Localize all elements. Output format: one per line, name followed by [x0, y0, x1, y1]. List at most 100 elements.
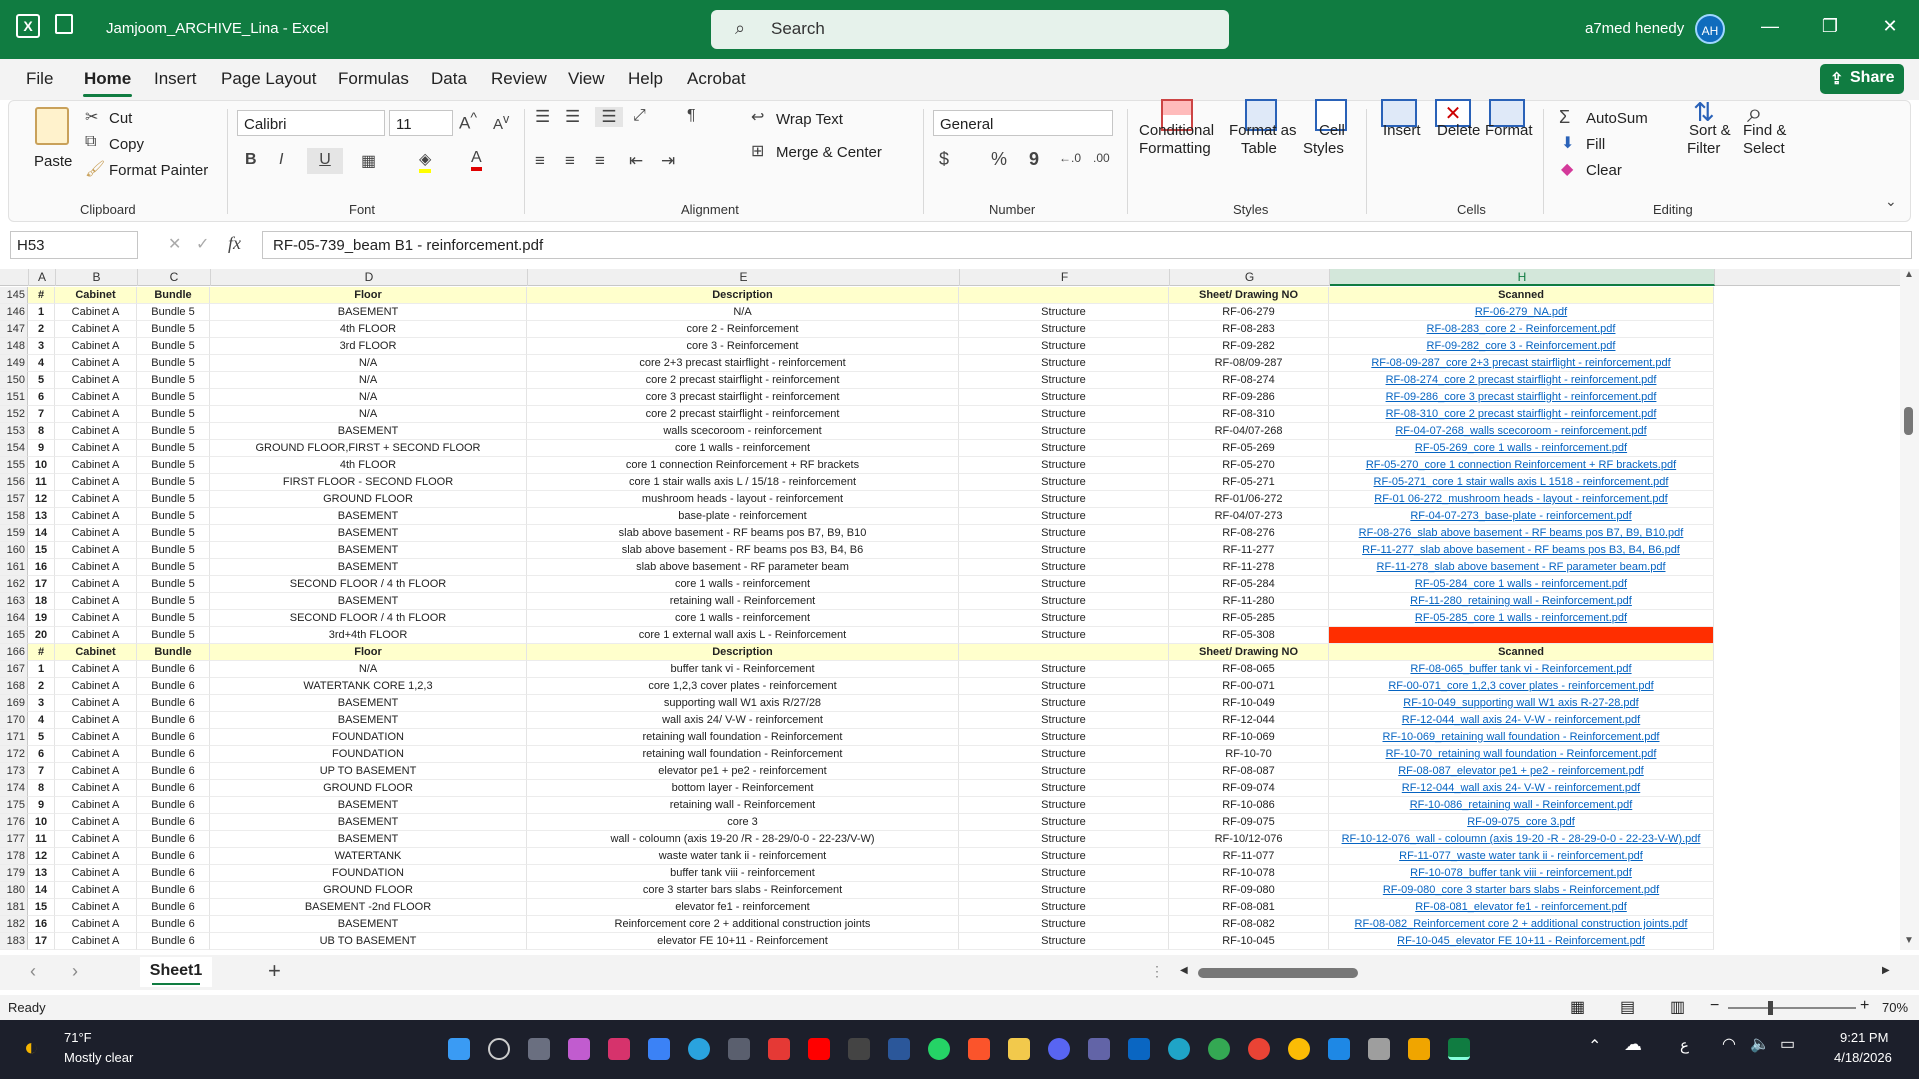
cell-b[interactable]: Cabinet A	[55, 525, 137, 542]
cell-e[interactable]: Reinforcement core 2 + additional constr…	[527, 916, 959, 933]
cell-d[interactable]: BASEMENT	[210, 712, 527, 729]
cell-a[interactable]: 5	[28, 729, 55, 746]
cell-f[interactable]: Structure	[959, 746, 1169, 763]
cell-h[interactable]: Scanned	[1329, 644, 1714, 661]
cell-g[interactable]: RF-05-285	[1169, 610, 1329, 627]
decrease-indent-icon[interactable]: ⇤	[629, 151, 643, 171]
weather-icon[interactable]: ◐	[24, 1034, 39, 1062]
format-cells-button[interactable]: Format	[1485, 122, 1533, 139]
worksheet-grid[interactable]: A B C D E F G H 145 # Cabinet Bundle Floor De…	[0, 269, 1919, 950]
cell-a[interactable]: 2	[28, 678, 55, 695]
cell-e[interactable]: Description	[527, 287, 959, 304]
cell-a[interactable]: 8	[28, 780, 55, 797]
cell-c[interactable]: Bundle 5	[137, 593, 210, 610]
vertical-scrollbar[interactable]: ▲ ▼	[1900, 269, 1919, 950]
cell-g[interactable]: RF-08-276	[1169, 525, 1329, 542]
cell-f[interactable]: Structure	[959, 814, 1169, 831]
row-header[interactable]: 148	[0, 338, 28, 355]
cell-e[interactable]: elevator fe1 - reinforcement	[527, 899, 959, 916]
cell-h[interactable]: RF-10-70_retaining wall foundation - Rei…	[1329, 746, 1714, 763]
cell-a[interactable]: 4	[28, 712, 55, 729]
paste-button[interactable]: Paste	[34, 153, 72, 170]
cell-e[interactable]: core 1 connection Reinforcement + RF bra…	[527, 457, 959, 474]
cell-b[interactable]: Cabinet A	[55, 882, 137, 899]
col-header-a[interactable]: A	[29, 269, 56, 286]
align-middle-icon[interactable]: ☰	[565, 107, 580, 127]
cell-h[interactable]: RF-12-044_wall axis 24- V-W - reinforcem…	[1329, 780, 1714, 797]
cell-h[interactable]: RF-05-271_core 1 stair walls axis L 1518…	[1329, 474, 1714, 491]
find-select-label-2[interactable]: Select	[1743, 140, 1785, 157]
cell-c[interactable]: Bundle 5	[137, 474, 210, 491]
cell-f[interactable]: Structure	[959, 372, 1169, 389]
tab-page-layout[interactable]: Page Layout	[221, 69, 316, 89]
cell-e[interactable]: core 1 walls - reinforcement	[527, 610, 959, 627]
cell-d[interactable]: BASEMENT	[210, 423, 527, 440]
cell-c[interactable]: Bundle 6	[137, 712, 210, 729]
cell-a[interactable]: 13	[28, 865, 55, 882]
cell-a[interactable]: 18	[28, 593, 55, 610]
cell-e[interactable]: core 1 external wall axis L - Reinforcem…	[527, 627, 959, 644]
app-icon-l[interactable]	[768, 1038, 790, 1060]
cell-h[interactable]: RF-11-278_slab above basement - RF param…	[1329, 559, 1714, 576]
cell-b[interactable]: Cabinet A	[55, 831, 137, 848]
cell-b[interactable]: Cabinet A	[55, 729, 137, 746]
cell-d[interactable]: UB TO BASEMENT	[210, 933, 527, 950]
youtube-icon[interactable]	[808, 1038, 830, 1060]
cell-c[interactable]: Bundle 6	[137, 899, 210, 916]
cell-h[interactable]: RF-05-285_core 1 walls - reinforcement.p…	[1329, 610, 1714, 627]
cell-h[interactable]: RF-10-069_retaining wall foundation - Re…	[1329, 729, 1714, 746]
cell-b[interactable]: Cabinet A	[55, 389, 137, 406]
cell-f[interactable]: Structure	[959, 559, 1169, 576]
scroll-left-icon[interactable]: ◀	[1180, 965, 1188, 976]
cell-h[interactable]: RF-08-276_slab above basement - RF beams…	[1329, 525, 1714, 542]
cell-g[interactable]: RF-11-077	[1169, 848, 1329, 865]
cell-d[interactable]: N/A	[210, 661, 527, 678]
cell-a[interactable]: 14	[28, 525, 55, 542]
cell-f[interactable]: Structure	[959, 338, 1169, 355]
row-header[interactable]: 172	[0, 746, 28, 763]
cell-b[interactable]: Cabinet A	[55, 763, 137, 780]
cell-b[interactable]: Cabinet A	[55, 695, 137, 712]
align-right-icon[interactable]: ≡	[595, 151, 605, 171]
cell-e[interactable]: core 3 precast stairflight - reinforceme…	[527, 389, 959, 406]
scroll-up-icon[interactable]: ▲	[1904, 269, 1914, 280]
cell-g[interactable]: RF-08-081	[1169, 899, 1329, 916]
cell-f[interactable]: Structure	[959, 525, 1169, 542]
cell-h[interactable]: RF-05-270_core 1 connection Reinforcemen…	[1329, 457, 1714, 474]
cell-a[interactable]: 12	[28, 491, 55, 508]
cell-h[interactable]: RF-04-07-273_base-plate - reinforcement.…	[1329, 508, 1714, 525]
cell-b[interactable]: Cabinet A	[55, 627, 137, 644]
cell-f[interactable]: Structure	[959, 882, 1169, 899]
cell-c[interactable]: Bundle 5	[137, 355, 210, 372]
avatar[interactable]: AH	[1695, 14, 1725, 44]
cell-f[interactable]: Structure	[959, 695, 1169, 712]
number-format-select[interactable]: General	[933, 110, 1113, 136]
cell-d[interactable]: BASEMENT	[210, 525, 527, 542]
cell-g[interactable]: RF-08-082	[1169, 916, 1329, 933]
cell-h[interactable]: RF-10-045_elevator FE 10+11 - Reinforcem…	[1329, 933, 1714, 950]
cell-a[interactable]: 9	[28, 797, 55, 814]
cell-f[interactable]: Structure	[959, 831, 1169, 848]
format-as-table-label-2[interactable]: Table	[1241, 140, 1277, 157]
cell-d[interactable]: GROUND FLOOR	[210, 780, 527, 797]
row-header[interactable]: 166	[0, 644, 28, 661]
cell-a[interactable]: 17	[28, 933, 55, 950]
conditional-formatting-label-2[interactable]: Formatting	[1139, 140, 1211, 157]
cell-a[interactable]: 17	[28, 576, 55, 593]
cell-c[interactable]: Bundle 5	[137, 372, 210, 389]
fill-color-icon[interactable]: ◈	[419, 149, 432, 173]
cell-g[interactable]: RF-05-271	[1169, 474, 1329, 491]
instagram-icon[interactable]	[608, 1038, 630, 1060]
cell-e[interactable]: walls scecoroom - reinforcement	[527, 423, 959, 440]
cell-c[interactable]: Bundle 5	[137, 542, 210, 559]
col-header-g[interactable]: G	[1170, 269, 1330, 286]
cell-g[interactable]: RF-04/07-268	[1169, 423, 1329, 440]
cell-h[interactable]: RF-08-274_core 2 precast stairflight - r…	[1329, 372, 1714, 389]
cell-d[interactable]: N/A	[210, 372, 527, 389]
cell-b[interactable]: Cabinet A	[55, 814, 137, 831]
cell-h[interactable]: RF-01 06-272_mushroom heads - layout - r…	[1329, 491, 1714, 508]
language-icon[interactable]: ع	[1680, 1036, 1689, 1054]
row-header[interactable]: 178	[0, 848, 28, 865]
cell-styles-label[interactable]: Cell	[1319, 122, 1345, 139]
percent-icon[interactable]: %	[991, 149, 1007, 170]
